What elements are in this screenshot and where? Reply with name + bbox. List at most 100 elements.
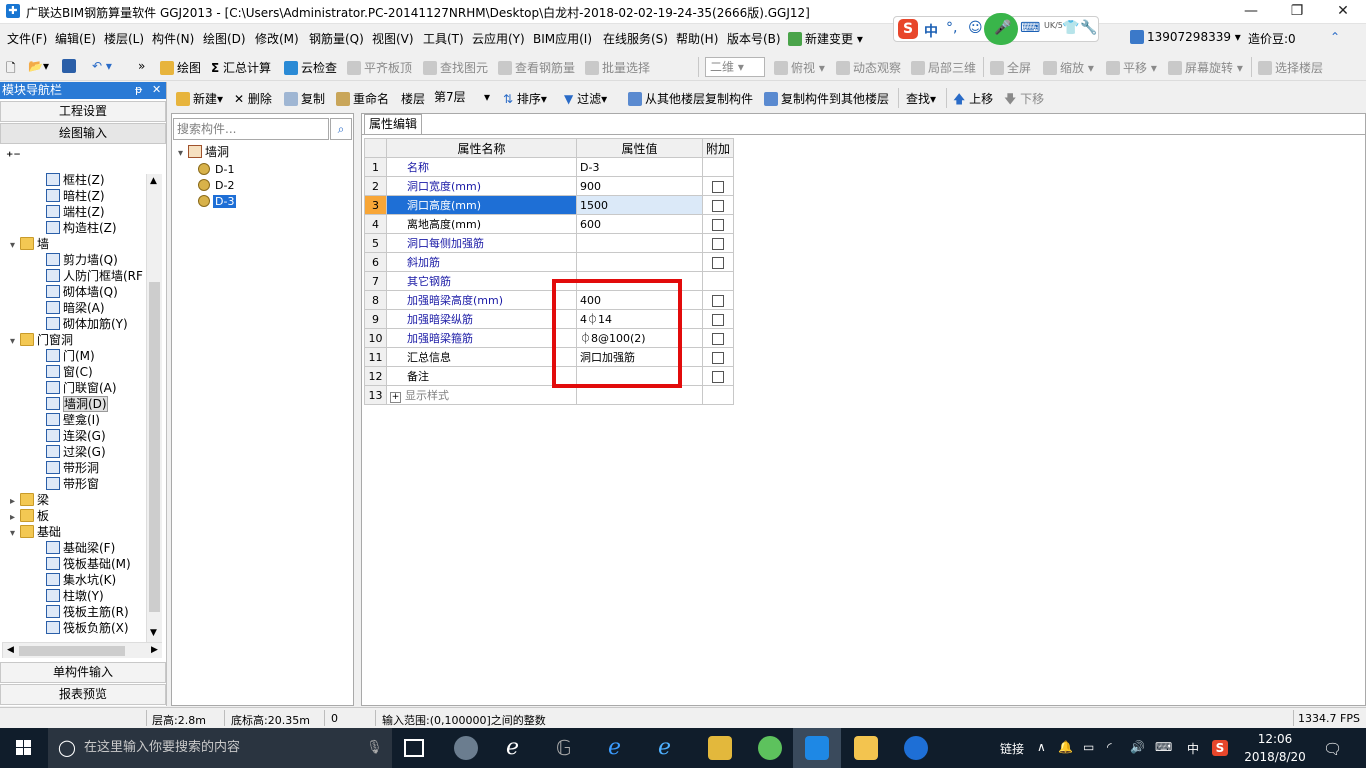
fullscreen-button[interactable]: 全屏 [990,59,1031,76]
extra-checkbox[interactable] [712,199,724,212]
menu-online[interactable]: 在线服务(S) [603,30,668,47]
wrench-icon[interactable]: 🔧 [1080,20,1097,36]
menu-bim[interactable]: BIM应用(I) [533,30,592,47]
drawing-input-button[interactable]: 绘图输入 [0,123,166,144]
tree-item[interactable]: 构造柱(Z) [2,220,166,236]
tree-item[interactable]: 砌体墙(Q) [2,284,166,300]
component-list-item[interactable]: D-2 [198,177,236,193]
dynamic-view-button[interactable]: 动态观察 [836,59,901,76]
collapse-toggle-icon[interactable]: ▾ [10,238,20,254]
new-change-button[interactable]: 新建变更 ▾ [788,30,863,47]
fan-app-icon[interactable] [454,736,478,760]
extra-checkbox[interactable] [712,294,724,307]
property-row[interactable]: 1 名称 D-3 [364,157,735,177]
taskbar-search-input[interactable]: ◯ 在这里输入你要搜索的内容 🎙 [48,728,392,768]
sogou-logo[interactable]: S [898,19,918,39]
tree-item[interactable]: 筏板基础(M) [2,556,166,572]
tree-item[interactable]: 暗梁(A) [2,300,166,316]
copy-to-floor-button[interactable]: 复制构件到其他楼层 [764,90,889,107]
extra-checkbox[interactable] [712,370,724,383]
expand-arrow-icon[interactable]: ⌃ [1330,30,1340,44]
tree-item[interactable]: 带形窗 [2,476,166,492]
tree-item[interactable]: 人防门框墙(RF [2,268,166,284]
tree-item[interactable]: 壁龛(I) [2,412,166,428]
component-list-item[interactable]: D-3 [198,193,237,209]
tree-folder[interactable]: ▸ 板 [2,508,166,524]
rename-button[interactable]: 重命名 [336,90,389,107]
battery-icon[interactable]: ▭ [1083,740,1094,754]
tree-folder[interactable]: ▾ 基础 [2,524,166,540]
floor-select[interactable]: 第7层 ▾ [432,88,492,108]
sum-button[interactable]: Σ 汇总计算 [211,59,271,76]
minimize-button[interactable]: — [1228,0,1274,24]
tree-item[interactable]: 框柱(Z) [2,172,166,188]
sort-button[interactable]: ⇅ 排序▾ [503,90,547,107]
property-value-cell[interactable]: 900 [576,176,703,196]
property-value-cell[interactable] [576,252,703,272]
tree-item[interactable]: 墙洞(D) [2,396,166,412]
tree-item[interactable]: 端柱(Z) [2,204,166,220]
tree-item[interactable]: 筏板负筋(X) [2,620,166,636]
nav-hscroll-thumb[interactable] [19,646,125,656]
wifi-icon[interactable]: ◜ [1107,740,1112,754]
spiral-app-icon[interactable]: 𝔾 [556,736,580,760]
batch-select-button[interactable]: 批量选择 [585,59,650,76]
link-label[interactable]: 链接 [1000,740,1024,757]
close-button[interactable]: ✕ [1320,0,1366,24]
select-floor-button[interactable]: 选择楼层 [1258,59,1323,76]
property-row[interactable]: 4 离地高度(mm) 600 [364,214,735,234]
tree-item[interactable]: 筏板主筋(R) [2,604,166,620]
property-row[interactable]: 5 洞口每侧加强筋 [364,233,735,253]
draw-button[interactable]: 绘图 [160,59,201,76]
project-settings-button[interactable]: 工程设置 [0,101,166,122]
tree-item[interactable]: 剪力墙(Q) [2,252,166,268]
find-elem-button[interactable]: 查找图元 [423,59,488,76]
component-list-item[interactable]: D-1 [198,161,236,177]
filter-button[interactable]: ▼ 过滤▾ [564,90,607,107]
cost-beans[interactable]: 造价豆:0 [1248,30,1296,47]
tree-item[interactable]: 柱墩(Y) [2,588,166,604]
menu-edit[interactable]: 编辑(E) [55,30,96,47]
extra-checkbox[interactable] [712,332,724,345]
move-up-button[interactable]: 🡅 上移 [953,90,993,111]
start-button[interactable] [0,728,48,768]
collapse-toggle-icon[interactable]: ▾ [10,526,20,542]
collapse-toggle-icon[interactable]: ▾ [10,334,20,350]
microphone-icon[interactable]: 🎙 [366,728,383,768]
zoom-button[interactable]: 缩放 ▾ [1043,59,1094,76]
menu-file[interactable]: 文件(F) [7,30,47,47]
tree-item[interactable]: 基础梁(F) [2,540,166,556]
delete-button[interactable]: ✕ 删除 [234,90,272,107]
menu-floor[interactable]: 楼层(L) [104,30,144,47]
glodon-app-icon[interactable] [805,736,829,760]
tree-item[interactable]: 过梁(G) [2,444,166,460]
move-down-button[interactable]: 🡇 下移 [1004,90,1044,111]
save-icon[interactable] [62,59,79,73]
extra-checkbox[interactable] [712,180,724,193]
scroll-left-icon[interactable]: ◀ [7,645,14,655]
pin-icon[interactable]: ᵽ [135,83,142,96]
property-row[interactable]: 3 洞口高度(mm) 1500 [364,195,735,215]
menu-help[interactable]: 帮助(H) [676,30,718,47]
nav-scroll-thumb[interactable] [149,282,160,612]
view-rebar-button[interactable]: 查看钢筋量 [498,59,575,76]
scroll-up-icon[interactable]: ▲ [150,176,157,186]
tab-property-edit[interactable]: 属性编辑 [364,114,422,134]
tree-item[interactable]: 窗(C) [2,364,166,380]
menu-tools[interactable]: 工具(T) [423,30,464,47]
collapse-toggle-icon[interactable]: ▾ [178,146,188,162]
cloud-check-button[interactable]: 云检查 [284,59,337,76]
property-value-cell[interactable]: D-3 [576,157,703,177]
rotate-button[interactable]: 屏幕旋转 ▾ [1168,59,1243,76]
menu-version[interactable]: 版本号(B) [727,30,781,47]
nav-close-icon[interactable]: ✕ [152,83,161,96]
menu-rebar-qty[interactable]: 钢筋量(Q) [309,30,364,47]
task-view-icon[interactable] [404,739,424,757]
ie-blue-icon[interactable]: ℯ [658,736,682,760]
property-row[interactable]: 2 洞口宽度(mm) 900 [364,176,735,196]
ime-punct[interactable]: °, [946,20,957,36]
menu-modify[interactable]: 修改(M) [255,30,299,47]
g-app-icon[interactable] [904,736,928,760]
notification-bell-icon[interactable]: 🔔 [1058,740,1073,754]
top-view-button[interactable]: 俯视 ▾ [774,59,825,76]
